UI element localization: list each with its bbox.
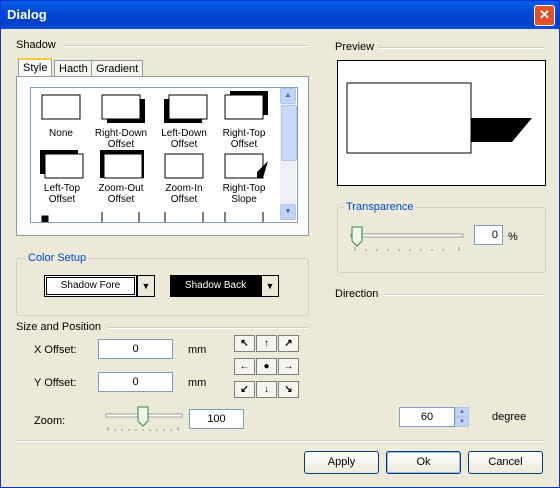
shadow-divider — [63, 45, 309, 47]
title-bar: Dialog ✕ — [1, 1, 559, 29]
style-label-right-down: Right-Down Offset — [94, 128, 148, 150]
arrow-up-right-icon[interactable]: ↗ — [278, 335, 299, 352]
style-label-zoom-out: Zoom-Out Offset — [98, 183, 144, 205]
arrow-left-icon[interactable]: ← — [234, 358, 255, 375]
size-position-divider — [107, 327, 309, 329]
left-top-offset-icon — [40, 150, 84, 179]
arrow-down-right-icon[interactable]: ↘ — [278, 381, 299, 398]
scroll-down-icon[interactable]: ▼ — [280, 204, 296, 220]
size-position-heading: Size and Position — [16, 321, 101, 333]
y-offset-unit: mm — [188, 377, 207, 389]
style-label-right-top-slope: Right-Top Slope — [222, 183, 266, 205]
window-title: Dialog — [7, 7, 47, 22]
style-label-left-down: Left-Down Offset — [161, 128, 207, 150]
shadow-back-dropdown-icon[interactable]: ▼ — [261, 275, 279, 297]
direction-divider — [383, 294, 544, 296]
shadow-back-button[interactable]: Shadow Back — [170, 275, 261, 297]
preview-shadow-shape — [346, 82, 532, 154]
tab-style[interactable]: Style — [18, 58, 53, 78]
apply-button[interactable]: Apply — [304, 451, 379, 474]
center-dot-icon[interactable]: ● — [256, 358, 277, 375]
direction-heading: Direction — [335, 288, 379, 300]
shadow-heading: Shadow — [16, 39, 56, 51]
arrow-down-icon[interactable]: ↓ — [256, 381, 277, 398]
x-offset-input[interactable]: 0 — [98, 339, 173, 359]
arrow-up-left-icon[interactable]: ↖ — [234, 335, 255, 352]
shadow-fore-dropdown-icon[interactable]: ▼ — [137, 275, 155, 297]
style-label-zoom-in: Zoom-In Offset — [165, 183, 203, 205]
preview-heading: Preview — [335, 41, 375, 53]
ok-button[interactable]: Ok — [386, 451, 461, 474]
arrow-up-icon[interactable]: ↑ — [256, 335, 277, 352]
close-icon[interactable]: ✕ — [534, 5, 555, 26]
partial-row-icons — [41, 212, 264, 222]
color-setup-heading: Color Setup — [26, 252, 89, 264]
zoom-label: Zoom: — [34, 415, 66, 427]
arrow-right-icon[interactable]: → — [278, 358, 299, 375]
transparence-slider[interactable] — [349, 225, 465, 253]
y-offset-input[interactable]: 0 — [98, 372, 173, 392]
button-separator — [16, 440, 544, 442]
zoom-out-offset-icon — [100, 150, 144, 179]
tab-hatch[interactable]: Hacth — [54, 60, 93, 77]
style-label-none: None — [49, 128, 73, 139]
zoom-slider-thumb — [137, 406, 149, 427]
zoom-in-offset-icon — [164, 153, 204, 179]
cancel-button[interactable]: Cancel — [468, 451, 543, 474]
tab-gradient[interactable]: Gradient — [91, 60, 144, 77]
left-down-offset-icon — [164, 94, 208, 123]
style-label-right-top: Right-Top Offset — [222, 128, 266, 150]
transparence-slider-thumb — [351, 226, 363, 247]
spin-down-icon[interactable]: ▼ — [455, 417, 469, 427]
scroll-thumb[interactable] — [281, 105, 297, 161]
zoom-input[interactable]: 100 — [189, 409, 244, 429]
style-list-scrollbar[interactable]: ▲ ▼ — [280, 88, 297, 220]
transparence-heading: Transparence — [344, 201, 416, 213]
transparence-input[interactable]: 0 — [474, 225, 503, 245]
shadow-fore-button[interactable]: Shadow Fore — [44, 275, 137, 297]
dialog-window: Dialog ✕ Shadow Style Hacth Gradient Non… — [0, 0, 560, 488]
x-offset-label: X Offset: — [34, 344, 77, 356]
y-offset-label: Y Offset: — [34, 377, 77, 389]
style-label-left-top: Left-Top Offset — [43, 183, 81, 205]
direction-unit: degree — [492, 411, 527, 423]
shadow-style-list[interactable]: None Right-Down Offset Left-Down Offset … — [30, 87, 298, 223]
zoom-slider[interactable] — [104, 405, 184, 435]
right-top-offset-icon — [224, 91, 268, 120]
right-down-offset-icon — [101, 94, 145, 123]
right-top-slope-icon — [224, 153, 268, 179]
x-offset-unit: mm — [188, 344, 207, 356]
scroll-up-icon[interactable]: ▲ — [280, 88, 296, 104]
preview-pane — [337, 60, 546, 186]
spin-up-icon[interactable]: ▲ — [455, 407, 469, 417]
none-style-icon — [41, 94, 81, 120]
preview-divider — [378, 47, 544, 49]
direction-spinner[interactable]: ▲ ▼ — [455, 407, 469, 427]
direction-input[interactable]: 60 — [399, 407, 455, 427]
transparence-unit: % — [508, 231, 518, 243]
arrow-down-left-icon[interactable]: ↙ — [234, 381, 255, 398]
